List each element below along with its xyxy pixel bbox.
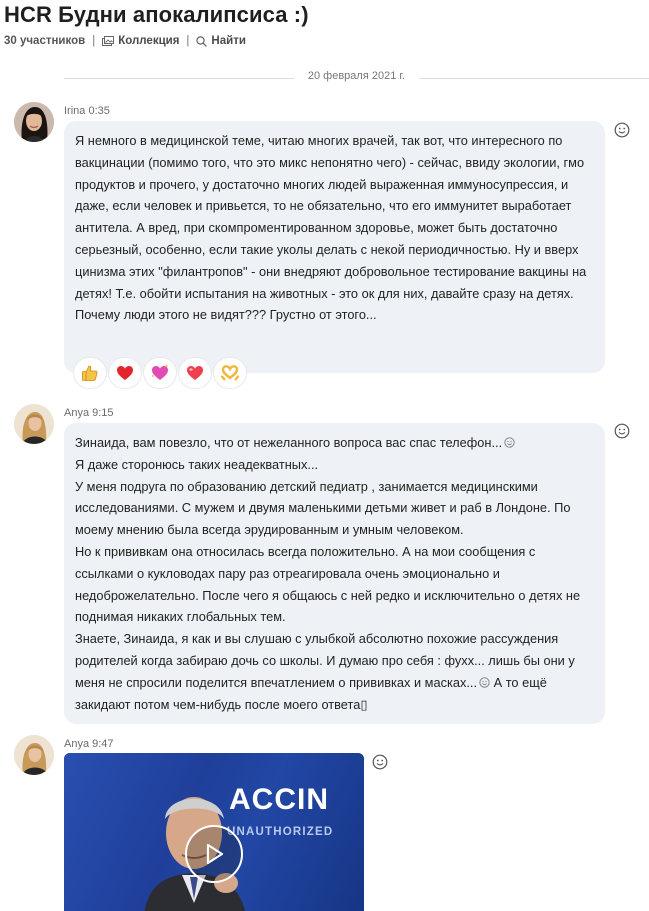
add-reaction-button[interactable]: [372, 754, 388, 770]
avatar-image: [14, 102, 54, 142]
smiley-icon: [614, 423, 630, 439]
smiley-icon: [614, 122, 630, 138]
reaction-sparkling-heart[interactable]: [144, 358, 176, 388]
reaction-heart-hands[interactable]: [214, 358, 246, 388]
thumbs-up-icon: [82, 365, 98, 381]
participants-count[interactable]: 30 участников: [4, 35, 85, 47]
chat-header: HCR Будни апокалипсиса :) 30 участников …: [0, 0, 649, 62]
smiley-emoji-icon: [504, 437, 515, 448]
date-label: 20 февраля 2021 г.: [293, 70, 420, 82]
chat-meta: 30 участников | Коллекция | Найти: [4, 35, 246, 47]
add-reaction-button[interactable]: [614, 122, 630, 138]
message-text: Зинаида, вам повезло, что от нежеланного…: [75, 435, 503, 450]
avatar[interactable]: [14, 404, 54, 444]
message-text: У меня подруга по образованию детский пе…: [75, 478, 571, 538]
avatar-image: [14, 404, 54, 444]
avatar[interactable]: [14, 102, 54, 142]
avatar-image: [14, 735, 54, 775]
chat-title[interactable]: HCR Будни апокалипсиса :): [4, 2, 309, 28]
reaction-heart[interactable]: [179, 358, 211, 388]
add-reaction-button[interactable]: [614, 423, 630, 439]
separator: |: [186, 35, 190, 47]
find-link[interactable]: Найти: [196, 35, 246, 47]
message-author: Anya 9:47: [64, 738, 114, 750]
smiley-icon: [372, 754, 388, 770]
heart-hands-icon: [220, 365, 240, 381]
message-line: Знаете, Зинаида, я как и вы слушаю с улы…: [75, 628, 595, 715]
collection-link[interactable]: Коллекция: [102, 35, 179, 47]
gallery-icon: [102, 35, 115, 46]
video-overlay-title: ACCIN: [229, 783, 329, 816]
date-divider: 20 февраля 2021 г.: [64, 70, 649, 90]
message-text: Я даже сторонюсь таких неадекватных...: [75, 456, 319, 472]
smiley-emoji-icon: [479, 677, 490, 688]
message-bubble[interactable]: Я немного в медицинской теме, читаю мног…: [64, 121, 605, 373]
message-bubble[interactable]: Зинаида, вам повезло, что от нежеланного…: [64, 423, 605, 724]
heart-icon: [187, 366, 203, 380]
reactions-bar: [74, 358, 246, 388]
search-icon: [196, 35, 208, 47]
message-line: Зинаида, вам повезло, что от нежеланного…: [75, 432, 595, 454]
play-icon: [206, 843, 224, 865]
avatar[interactable]: [14, 735, 54, 775]
sparkling-heart-icon: [152, 364, 168, 380]
find-label: Найти: [211, 35, 246, 47]
message-text: Я немного в медицинской теме, читаю мног…: [75, 133, 587, 323]
play-button[interactable]: [185, 825, 243, 883]
message-text: Но к прививкам она относилась всегда пол…: [75, 543, 581, 625]
video-overlay-subtitle: UNAUTHORIZED: [227, 826, 334, 838]
red-heart-icon: [117, 366, 133, 380]
separator: |: [92, 35, 96, 47]
reaction-thumbs-up[interactable]: [74, 358, 106, 388]
video-message[interactable]: ACCIN UNAUTHORIZED: [64, 753, 364, 911]
message-author: Irina 0:35: [64, 105, 110, 117]
collection-label: Коллекция: [118, 35, 180, 47]
message-author: Anya 9:15: [64, 407, 114, 419]
unsupported-emoji-glyph: ▯: [360, 696, 368, 712]
reaction-red-heart[interactable]: [109, 358, 141, 388]
